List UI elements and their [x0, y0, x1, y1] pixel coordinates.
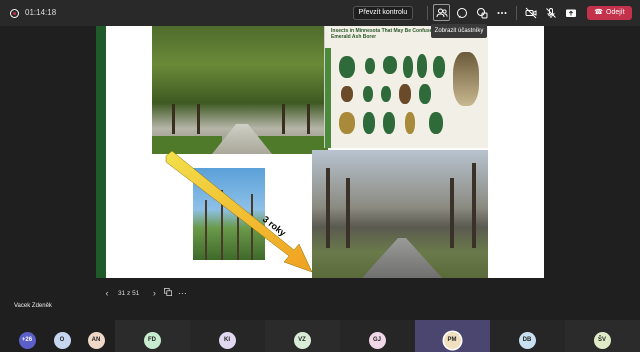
participant-avatar[interactable]: KI	[218, 332, 236, 349]
insect-image	[341, 86, 353, 102]
insect-image	[433, 56, 445, 78]
cicada-image	[453, 52, 479, 106]
reactions-button[interactable]	[474, 5, 490, 21]
participants-tooltip: Zobrazit účastníky	[431, 24, 487, 38]
poster-strip	[325, 48, 331, 148]
recording-icon	[10, 9, 19, 18]
tree-lined-street-photo-after	[312, 150, 488, 278]
insect-image	[363, 112, 375, 134]
participant-strip: +26 O AN FD KI VZ GJ PM DB ŠV	[0, 320, 640, 352]
insect-image	[365, 58, 375, 74]
road-shape	[362, 238, 442, 278]
slide-more-button[interactable]: ⋯	[175, 288, 189, 299]
tree-trunk	[197, 104, 200, 134]
participant-avatar[interactable]: O	[53, 332, 71, 349]
insect-image	[339, 56, 355, 78]
participant-avatar[interactable]: FD	[143, 332, 161, 349]
microphone-off-icon	[546, 8, 556, 18]
insect-image	[383, 56, 397, 74]
toolbar-divider	[427, 6, 428, 20]
more-participants-avatar[interactable]: +26	[18, 332, 36, 349]
insect-image	[363, 86, 373, 102]
participant-avatar[interactable]: DB	[518, 332, 536, 349]
slide-navigation: ‹ 31 z 51 › ⋯	[100, 287, 189, 299]
slide-grid-button[interactable]	[161, 288, 175, 298]
chat-button[interactable]	[454, 5, 470, 21]
phone-hangup-icon: ☎	[594, 9, 604, 16]
reactions-icon	[477, 8, 488, 19]
share-button[interactable]	[563, 5, 579, 21]
next-slide-button[interactable]: ›	[147, 288, 161, 298]
tree-trunk	[326, 168, 330, 248]
participant-avatar[interactable]: GJ	[368, 332, 386, 349]
insect-image	[381, 86, 391, 102]
tree-trunk	[472, 163, 476, 248]
slide-counter: 31 z 51	[118, 289, 140, 297]
people-icon	[436, 8, 448, 17]
tree-lined-street-photo-before	[152, 26, 328, 154]
leave-label: Odejít	[606, 9, 625, 16]
participant-avatar[interactable]: PM	[443, 332, 461, 349]
presenter-name: Vacek Zdeněk	[14, 303, 52, 309]
more-icon	[497, 12, 507, 14]
tree-trunk	[307, 104, 310, 134]
microphone-button[interactable]	[543, 5, 559, 21]
take-control-button[interactable]: Převzít kontrolu	[353, 6, 413, 20]
insect-image	[403, 56, 413, 78]
insect-image	[419, 84, 431, 104]
toolbar-divider	[516, 6, 517, 20]
participant-avatar[interactable]: AN	[87, 332, 105, 349]
insect-image	[405, 112, 415, 134]
camera-button[interactable]	[523, 5, 539, 21]
participants-button[interactable]	[433, 4, 450, 21]
grass-shape	[152, 136, 222, 154]
slide-accent-bar	[96, 26, 106, 278]
insect-image	[339, 112, 355, 134]
tree-trunk	[346, 178, 350, 248]
insect-image	[429, 112, 443, 134]
participant-avatar[interactable]: VZ	[293, 332, 311, 349]
share-icon	[566, 9, 576, 17]
insect-poster: Insects in Minnesota That May Be Confuse…	[324, 26, 488, 148]
more-options-button[interactable]	[494, 5, 510, 21]
previous-slide-button[interactable]: ‹	[100, 288, 114, 298]
meeting-toolbar: 01:14:18 Převzít kontrolu ☎ Odejít	[0, 0, 640, 26]
participant-avatar[interactable]: ŠV	[593, 332, 611, 349]
chat-icon	[457, 8, 467, 18]
tree-trunk	[172, 104, 175, 134]
tree-trunk	[282, 104, 285, 134]
grid-icon	[164, 288, 173, 296]
insect-image	[383, 112, 395, 134]
meeting-timer: 01:14:18	[25, 8, 57, 17]
insect-image	[399, 84, 411, 104]
tree-trunk	[450, 178, 454, 248]
insect-image	[417, 54, 427, 78]
shared-slide: Insects in Minnesota That May Be Confuse…	[96, 26, 544, 278]
leave-button[interactable]: ☎ Odejít	[587, 6, 632, 20]
camera-off-icon	[525, 7, 537, 19]
arrow-graphic	[165, 150, 313, 273]
